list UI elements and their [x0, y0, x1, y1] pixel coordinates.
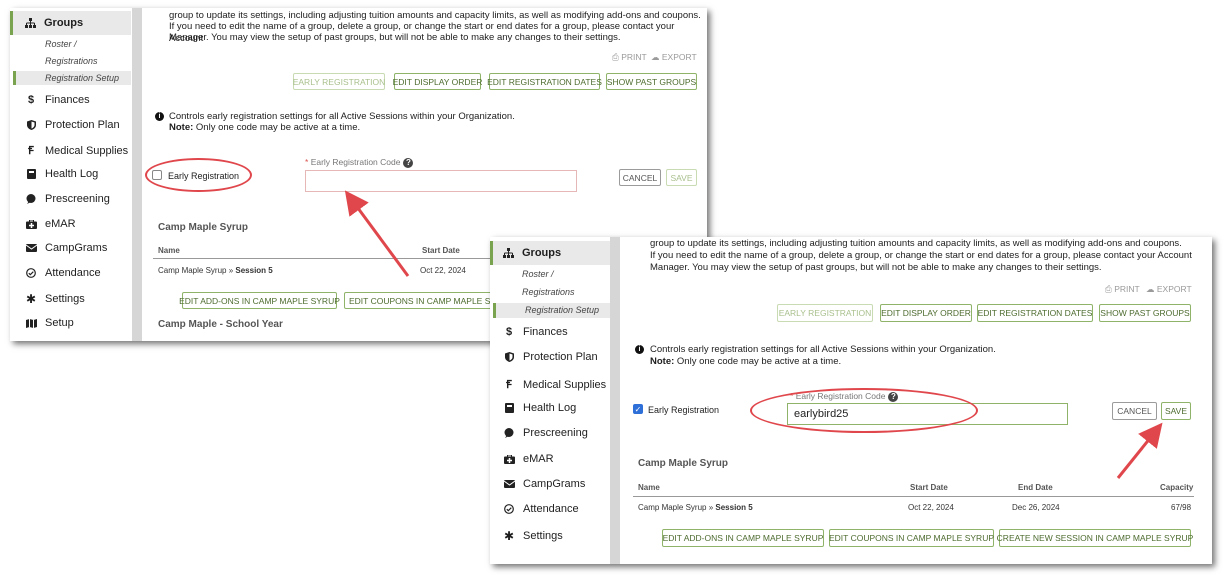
arrow-to-save-button [1116, 422, 1163, 479]
annotation-arrows [344, 190, 1163, 479]
arrow-to-code-field [344, 190, 410, 277]
